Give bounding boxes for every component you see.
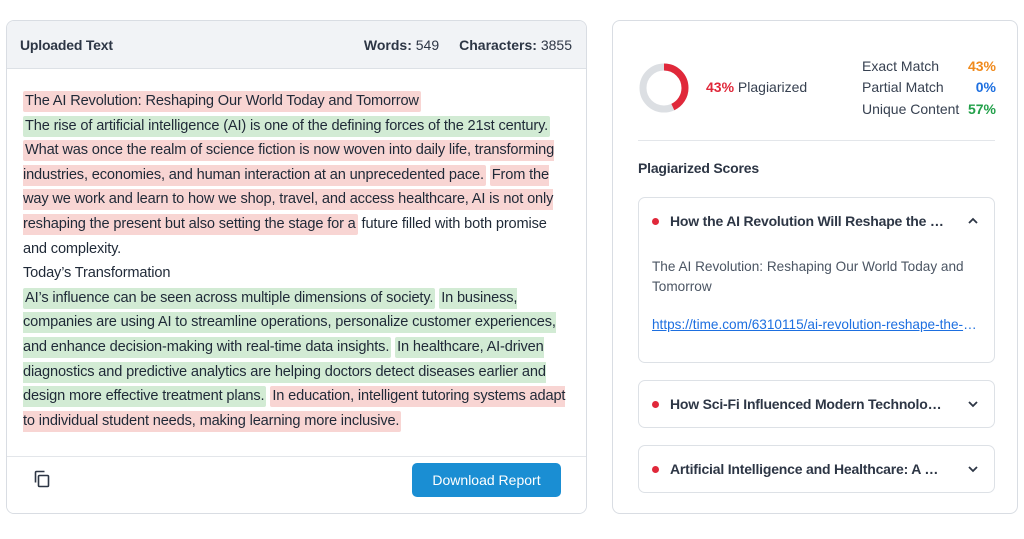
plagiarized-text: Plagiarized [737,79,808,95]
chevron-up-icon[interactable] [966,214,980,228]
source-matched-text: The AI Revolution: Reshaping Our World T… [652,259,964,294]
words-label: Words: [363,36,412,53]
partial-match-label: Partial Match [862,79,944,96]
plagiarized-scores-title: Plagiarized Scores [638,160,759,176]
panel-title: Uploaded Text [20,36,113,53]
char-count: Characters: 3855 [459,37,572,53]
exact-match-row: Exact Match 43% [862,55,996,77]
word-count: Words: 549 [364,37,439,53]
partial-match-row: Partial Match 0% [862,77,996,99]
status-dot-icon [652,217,659,225]
plagiarism-summary: 43% Plagiarized Exact Match 43% Partial … [613,21,1017,141]
chars-label: Characters: [459,36,537,53]
highlight-red-segment[interactable]: What was once the realm of science ficti… [23,140,554,186]
uploaded-text-header: Uploaded Text Words: 549 Characters: 385… [7,21,586,69]
partial-match-value: 0% [975,79,996,96]
source-link[interactable]: https://time.com/6310115/ai-revolution-r… [652,315,982,335]
copy-icon[interactable] [32,469,52,489]
chars-value: 3855 [540,36,572,53]
unique-content-row: Unique Content 57% [862,98,996,120]
highlight-green-segment[interactable]: AI’s influence can be seen across multip… [23,287,436,309]
words-value: 549 [415,36,440,53]
plagiarized-percent: 43% [706,79,735,95]
chevron-down-icon[interactable] [966,397,980,411]
source-card-header[interactable]: How Sci-Fi Influenced Modern Technology … [639,381,994,427]
uploaded-text-body[interactable]: The AI Revolution: Reshaping Our World T… [7,70,586,456]
source-card-3: Artificial Intelligence and Healthcare: … [638,445,995,493]
source-card-body: The AI Revolution: Reshaping Our World T… [639,244,994,335]
highlight-green-segment[interactable]: The rise of artificial intelligence (AI)… [23,115,551,137]
panel-footer: Download Report [7,456,586,513]
download-report-button[interactable]: Download Report [412,463,561,497]
match-breakdown: Exact Match 43% Partial Match 0% Unique … [862,55,996,120]
source-title: How Sci-Fi Influenced Modern Technology … [670,396,945,412]
exact-match-value: 43% [967,57,996,74]
source-card-header[interactable]: How the AI Revolution Will Reshape the W… [639,198,994,244]
uploaded-text-panel: Uploaded Text Words: 549 Characters: 385… [6,20,587,514]
source-card-header[interactable]: Artificial Intelligence and Healthcare: … [639,446,994,492]
unique-content-label: Unique Content [862,100,960,117]
plagiarized-summary-label: 43% Plagiarized [706,79,807,95]
source-card-1: How the AI Revolution Will Reshape the W… [638,197,995,363]
exact-match-label: Exact Match [862,57,940,74]
status-dot-icon [652,400,659,408]
divider [638,140,995,141]
text-stats: Words: 549 Characters: 3855 [364,37,572,53]
results-panel: 43% Plagiarized Exact Match 43% Partial … [612,20,1018,514]
status-dot-icon [652,465,659,473]
unique-content-value: 57% [967,100,996,117]
text-segment: Today’s Transformation [23,265,171,282]
chevron-down-icon[interactable] [966,462,980,476]
highlight-red-segment[interactable]: The AI Revolution: Reshaping Our World T… [23,91,421,112]
source-card-2: How Sci-Fi Influenced Modern Technology … [638,380,995,428]
source-title: Artificial Intelligence and Healthcare: … [670,461,945,477]
plagiarism-donut-chart [639,63,689,113]
highlighted-text: The AI Revolution: Reshaping Our World T… [23,89,570,433]
source-title: How the AI Revolution Will Reshape the W… [670,213,945,229]
